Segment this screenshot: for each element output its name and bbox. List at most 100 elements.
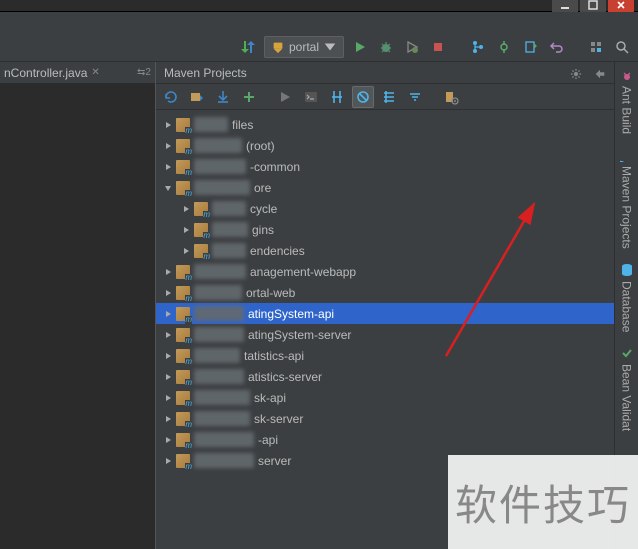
show-dependencies-icon[interactable] [378,86,400,108]
main-toolbar: portal [0,32,638,62]
tree-row[interactable]: atistics-server [156,366,614,387]
expand-arrow-right-icon[interactable] [162,308,174,320]
maven-module-icon [176,118,190,132]
menu-bar-area [0,12,638,32]
expand-arrow-right-icon[interactable] [162,266,174,278]
expand-arrow-right-icon[interactable] [162,392,174,404]
redacted-segment [194,264,246,279]
download-sources-icon[interactable] [212,86,234,108]
redacted-segment [212,201,246,216]
search-everywhere-icon[interactable] [612,37,632,57]
expand-arrow-right-icon[interactable] [162,350,174,362]
vcs-commit-icon[interactable] [494,37,514,57]
expand-arrow-right-icon[interactable] [162,455,174,467]
expand-arrow-right-icon[interactable] [180,203,192,215]
debug-button[interactable] [376,37,396,57]
tree-row[interactable]: anagement-webapp [156,261,614,282]
expand-arrow-right-icon[interactable] [180,224,192,236]
maven-module-icon [176,139,190,153]
tree-row[interactable]: ore [156,177,614,198]
rail-bean-validation[interactable]: Bean Validat [620,346,634,431]
panel-hide-icon[interactable] [590,64,610,84]
watermark-text: 软件技巧 [448,455,638,549]
tree-row[interactable]: -api [156,429,614,450]
collapse-all-icon[interactable] [404,86,426,108]
title-bar [0,0,638,12]
editor-indicator: ⇆2 [133,67,155,78]
close-button[interactable] [608,0,634,12]
minimize-button[interactable] [552,0,578,12]
run-maven-icon[interactable] [274,86,296,108]
expand-arrow-right-icon[interactable] [162,329,174,341]
toggle-offline-icon[interactable] [326,86,348,108]
tree-row[interactable]: files [156,114,614,135]
vcs-history-icon[interactable] [520,37,540,57]
stop-button[interactable] [428,37,448,57]
maven-module-icon [194,244,208,258]
tree-row[interactable]: endencies [156,240,614,261]
tree-item-label: -common [250,160,300,174]
maven-module-icon [194,202,208,216]
vcs-branch-icon[interactable] [468,37,488,57]
tree-item-label: ore [254,181,271,195]
coverage-button[interactable] [402,37,422,57]
undo-button[interactable] [546,37,566,57]
tree-item-label: server [258,454,291,468]
tree-row[interactable]: -common [156,156,614,177]
generate-sources-icon[interactable] [186,86,208,108]
tree-row[interactable]: atingSystem-api [156,303,614,324]
expand-arrow-right-icon[interactable] [162,119,174,131]
tab-label: nController.java [4,66,87,80]
panel-settings-icon[interactable] [566,64,586,84]
rail-database[interactable]: Database [620,263,634,332]
editor-tab[interactable]: nController.java ✕ [0,66,104,80]
redacted-segment [194,390,250,405]
close-tab-icon[interactable]: ✕ [91,67,99,78]
maven-module-icon [176,370,190,384]
add-maven-icon[interactable] [238,86,260,108]
reimport-icon[interactable] [160,86,182,108]
tree-item-label: sk-api [254,391,286,405]
tree-row[interactable]: atingSystem-server [156,324,614,345]
project-structure-icon[interactable] [586,37,606,57]
skip-tests-icon[interactable] [352,86,374,108]
tree-row[interactable]: ortal-web [156,282,614,303]
tree-row[interactable]: cycle [156,198,614,219]
tree-item-label: atingSystem-server [248,328,351,342]
redacted-segment [194,159,246,174]
tree-row[interactable]: sk-api [156,387,614,408]
expand-arrow-right-icon[interactable] [162,434,174,446]
tree-row[interactable]: (root) [156,135,614,156]
run-config-selector[interactable]: portal [264,36,344,58]
maven-module-icon [176,160,190,174]
redacted-segment [194,306,244,321]
run-button[interactable] [350,37,370,57]
maven-module-icon [176,181,190,195]
expand-arrow-right-icon[interactable] [162,413,174,425]
maven-module-icon [176,454,190,468]
maven-module-icon [176,349,190,363]
tree-row[interactable]: tatistics-api [156,345,614,366]
expand-arrow-down-icon[interactable] [162,182,174,194]
execute-goal-icon[interactable] [300,86,322,108]
rail-ant-build[interactable]: Ant Build [620,68,634,134]
tree-item-label: endencies [250,244,305,258]
maven-module-icon [176,328,190,342]
vcs-update-icon[interactable] [238,37,258,57]
maven-module-icon [194,223,208,237]
expand-arrow-right-icon[interactable] [180,245,192,257]
expand-arrow-right-icon[interactable] [162,140,174,152]
tree-row[interactable]: gins [156,219,614,240]
maven-settings-icon[interactable] [440,86,462,108]
expand-arrow-right-icon[interactable] [162,161,174,173]
rail-maven-projects[interactable]: m Maven Projects [620,148,634,249]
expand-arrow-right-icon[interactable] [162,371,174,383]
tree-item-label: tatistics-api [244,349,304,363]
tree-item-label: cycle [250,202,277,216]
run-config-label: portal [289,40,319,54]
maximize-button[interactable] [580,0,606,12]
tree-item-label: ortal-web [246,286,295,300]
redacted-segment [194,138,242,153]
tree-row[interactable]: sk-server [156,408,614,429]
expand-arrow-right-icon[interactable] [162,287,174,299]
